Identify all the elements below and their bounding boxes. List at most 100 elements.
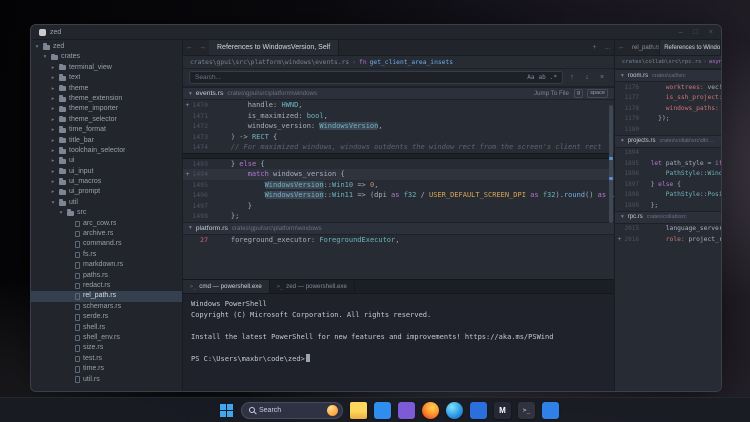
- tree-item-theme_extension[interactable]: ▸theme_extension: [31, 94, 182, 104]
- code-line[interactable]: 1474 // For maximized windows, windows o…: [183, 142, 614, 153]
- code-line[interactable]: 1177 is_ssh_project: false,: [615, 93, 721, 104]
- search-toggle-whole-word[interactable]: ab: [539, 74, 546, 81]
- search-toggle-regex[interactable]: .*: [550, 74, 557, 81]
- code-line[interactable]: 27 foreground_executor: ForegroundExecut…: [183, 235, 614, 246]
- search-close-button[interactable]: ×: [596, 72, 608, 84]
- edge-icon[interactable]: [446, 402, 463, 419]
- tree-item-zed[interactable]: ▾zed: [31, 42, 182, 52]
- tree-item-serde.rs[interactable]: serde.rs: [31, 312, 182, 322]
- code-line[interactable]: 1176 worktrees: vec![],: [615, 82, 721, 93]
- tree-item-ui[interactable]: ▸ui: [31, 156, 182, 166]
- excerpt-header[interactable]: ▾rpc.rscrates\collab\src: [615, 211, 721, 224]
- terminal-tab[interactable]: >_cmd — powershell.exe: [183, 280, 270, 293]
- code-line[interactable]: 1894: [615, 148, 721, 159]
- tree-item-redact.rs[interactable]: redact.rs: [31, 281, 182, 291]
- tree-item-title_bar[interactable]: ▸title_bar: [31, 136, 182, 146]
- breadcrumb[interactable]: crates\gpui\src\platform\windows\events.…: [183, 56, 614, 69]
- tree-item-rel_path.rs[interactable]: rel_path.rs: [31, 291, 182, 301]
- tree-item-theme_importer[interactable]: ▸theme_importer: [31, 104, 182, 114]
- taskbar-search[interactable]: Search: [241, 402, 343, 419]
- tree-item-shell.rs[interactable]: shell.rs: [31, 323, 182, 333]
- code-line[interactable]: 1496 WindowsVersion::Win11 => (dpi as f3…: [183, 190, 614, 201]
- code-line[interactable]: 1897 } else {: [615, 179, 721, 190]
- tree-item-toolchain_selector[interactable]: ▸toolchain_selector: [31, 146, 182, 156]
- code-line[interactable]: +2016 role: project_role,: [615, 234, 721, 245]
- code-line[interactable]: 1896 PathStyle::Windows: [615, 169, 721, 180]
- terminal-tab[interactable]: >_zed — powershell.exe: [270, 280, 355, 293]
- code-line[interactable]: 1473 ) -> RECT {: [183, 132, 614, 143]
- tree-item-ui_input[interactable]: ▸ui_input: [31, 167, 182, 177]
- tree-item-util[interactable]: ▾util: [31, 198, 182, 208]
- tree-item-crates[interactable]: ▾crates: [31, 52, 182, 62]
- jump-to-file-button[interactable]: Jump To File: [534, 90, 569, 97]
- pane-menu-button[interactable]: …: [601, 40, 614, 55]
- tab-rel-path-rs[interactable]: rel_path.rs: [628, 40, 660, 55]
- terminal-icon[interactable]: >_: [518, 402, 535, 419]
- code-line[interactable]: 1498 };: [183, 211, 614, 222]
- excerpt-header[interactable]: ▾room.rscrates\call\src: [615, 69, 721, 82]
- tree-item-fs.rs[interactable]: fs.rs: [31, 250, 182, 260]
- tree-item-util.rs[interactable]: util.rs: [31, 375, 182, 385]
- code-line[interactable]: +1470 handle: HWND,: [183, 100, 614, 111]
- expand-excerpt-button[interactable]: +: [183, 170, 192, 178]
- tree-item-shell_env.rs[interactable]: shell_env.rs: [31, 333, 182, 343]
- tree-item-markdown.rs[interactable]: markdown.rs: [31, 260, 182, 270]
- tree-item-time.rs[interactable]: time.rs: [31, 364, 182, 374]
- start-button[interactable]: [219, 403, 234, 418]
- tree-item-command.rs[interactable]: command.rs: [31, 239, 182, 249]
- code-line[interactable]: 1497 }: [183, 201, 614, 212]
- outlook-icon[interactable]: [470, 402, 487, 419]
- tree-item-theme_selector[interactable]: ▸theme_selector: [31, 115, 182, 125]
- nav-back-button-right[interactable]: ←: [615, 40, 628, 55]
- purple-app-icon[interactable]: [398, 402, 415, 419]
- tree-item-arc_cow.rs[interactable]: arc_cow.rs: [31, 219, 182, 229]
- tree-item-archive.rs[interactable]: archive.rs: [31, 229, 182, 239]
- code-line[interactable]: 1180: [615, 124, 721, 135]
- nav-forward-button[interactable]: →: [196, 40, 209, 55]
- excerpt-header[interactable]: ▾projects.rscrates\collab\src\db\queries: [615, 135, 721, 148]
- code-line[interactable]: 1179 });: [615, 114, 721, 125]
- tree-item-theme[interactable]: ▸theme: [31, 84, 182, 94]
- tab-references-windowsversion[interactable]: References to WindowsVersion, Self: [209, 40, 339, 55]
- code-line[interactable]: 1472 windows_version: WindowsVersion,: [183, 121, 614, 132]
- search-prev-button[interactable]: ↑: [566, 72, 578, 84]
- vscode-icon[interactable]: [542, 402, 559, 419]
- tree-item-schemars.rs[interactable]: schemars.rs: [31, 302, 182, 312]
- minimize-button[interactable]: –: [679, 29, 683, 36]
- tab-references-to-windows[interactable]: References to Windows: [660, 40, 721, 55]
- code-line[interactable]: +1494 match windows_version {: [183, 169, 614, 180]
- code-line[interactable]: 1895 let path_style = if is_windows {: [615, 158, 721, 169]
- tree-item-paths.rs[interactable]: paths.rs: [31, 271, 182, 281]
- code-line[interactable]: 1178 windows_paths: None,: [615, 103, 721, 114]
- code-line[interactable]: 1495 WindowsVersion::Win10 => 0,: [183, 180, 614, 191]
- expand-excerpt-button[interactable]: +: [183, 101, 192, 109]
- m-app-icon[interactable]: M: [494, 402, 511, 419]
- excerpt-header[interactable]: ▾platform.rscrates\gpui\src\platform\win…: [183, 222, 614, 235]
- nav-back-button[interactable]: ←: [183, 40, 196, 55]
- code-line[interactable]: 1899 };: [615, 200, 721, 211]
- new-tab-button[interactable]: +: [588, 40, 601, 55]
- search-input[interactable]: Search... Aaab.*: [189, 71, 563, 84]
- tree-item-time_format[interactable]: ▸time_format: [31, 125, 182, 135]
- search-next-button[interactable]: ↓: [581, 72, 593, 84]
- scrollbar-thumb[interactable]: [609, 105, 613, 223]
- tree-item-src[interactable]: ▾src: [31, 208, 182, 218]
- expand-excerpt-button[interactable]: +: [615, 235, 624, 243]
- tree-item-text[interactable]: ▸text: [31, 73, 182, 83]
- microsoft-store-icon[interactable]: [374, 402, 391, 419]
- titlebar[interactable]: zed – □ ×: [31, 25, 721, 40]
- excerpt-header[interactable]: ▾events.rscrates\gpui\src\platform\windo…: [183, 87, 614, 100]
- breadcrumb-right[interactable]: crates\collab\src\rpc.rs › async fn join…: [615, 56, 721, 69]
- maximize-button[interactable]: □: [694, 29, 698, 36]
- tree-item-size.rs[interactable]: size.rs: [31, 343, 182, 353]
- tree-item-terminal_view[interactable]: ▸terminal_view: [31, 63, 182, 73]
- tree-item-ui_prompt[interactable]: ▸ui_prompt: [31, 187, 182, 197]
- firefox-icon[interactable]: [422, 402, 439, 419]
- file-explorer-icon[interactable]: [350, 402, 367, 419]
- code-line[interactable]: 2015 language_servers,: [615, 224, 721, 235]
- search-toggle-case-sensitive[interactable]: Aa: [527, 74, 534, 81]
- tree-item-test.rs[interactable]: test.rs: [31, 354, 182, 364]
- close-button[interactable]: ×: [709, 29, 713, 36]
- terminal-output[interactable]: Windows PowerShellCopyright (C) Microsof…: [183, 294, 614, 391]
- code-line[interactable]: 1493 } else {: [183, 159, 614, 170]
